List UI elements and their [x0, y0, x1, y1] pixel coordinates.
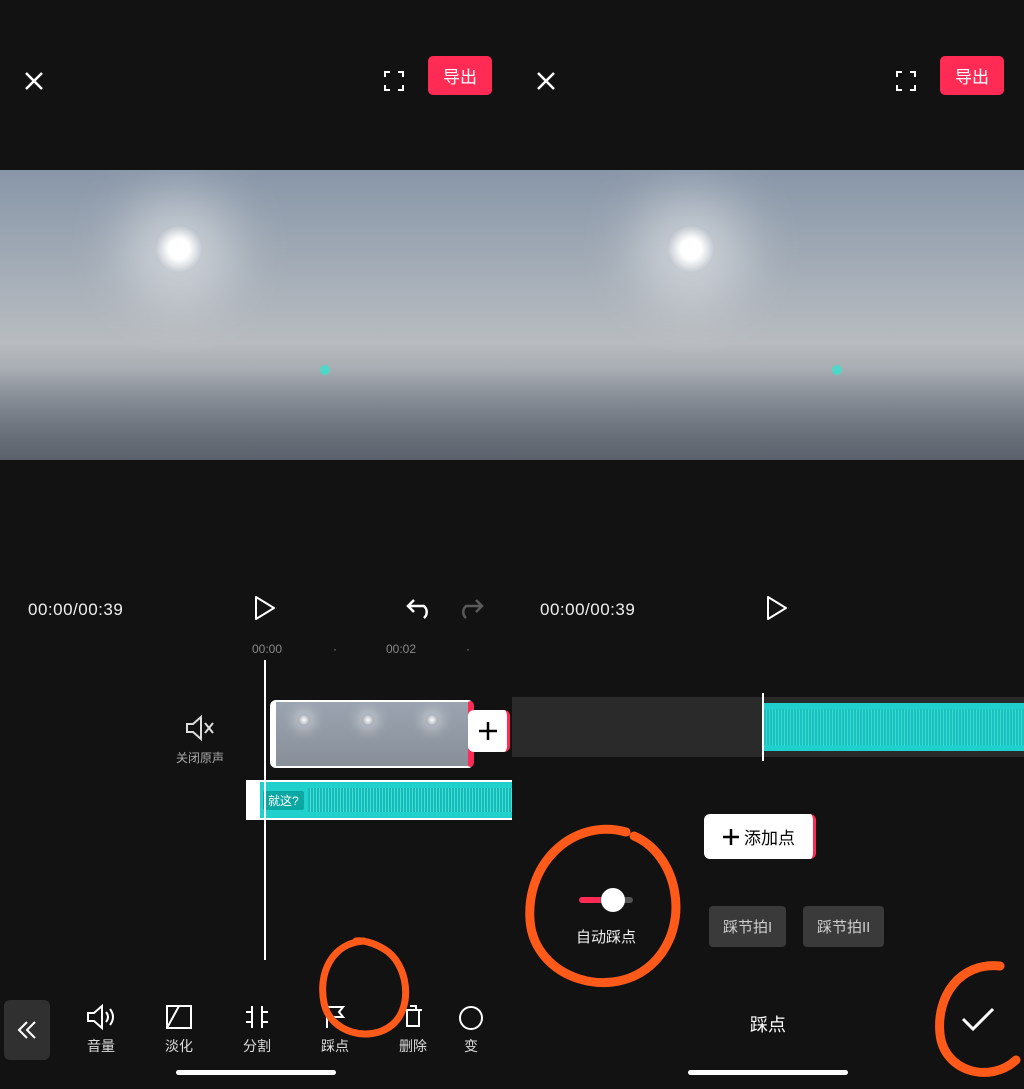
audio-waveform — [308, 788, 518, 812]
tool-split[interactable]: 分割 — [218, 1004, 296, 1056]
confirm-button[interactable] — [956, 997, 1000, 1041]
ruler-dot: · — [333, 642, 337, 656]
expand-button[interactable] — [892, 67, 920, 95]
checkmark-icon — [960, 1005, 996, 1033]
expand-icon — [894, 69, 918, 93]
play-button[interactable] — [254, 595, 276, 626]
ruler-dot: · — [466, 642, 470, 656]
ruler-tick: 00:02 — [386, 642, 416, 656]
cloud-graphic — [512, 370, 1024, 460]
chevron-left-double-icon — [15, 1018, 39, 1042]
sun-graphic — [155, 225, 203, 273]
beat-option-2[interactable]: 踩节拍II — [803, 906, 884, 947]
auto-beat-toggle[interactable]: 自动踩点 — [546, 888, 666, 947]
redo-icon — [456, 596, 484, 620]
back-button[interactable] — [4, 1000, 50, 1060]
top-bar: 导出 — [0, 0, 512, 115]
tool-label: 删除 — [399, 1038, 427, 1054]
audio-waveform — [764, 703, 1024, 751]
export-button[interactable]: 导出 — [940, 56, 1004, 95]
plus-icon — [722, 828, 740, 846]
audio-clip-label: 就这? — [263, 791, 304, 810]
tool-label: 分割 — [243, 1038, 271, 1054]
redo-button[interactable] — [456, 596, 484, 625]
tool-label: 淡化 — [165, 1038, 193, 1054]
trash-icon — [401, 1004, 425, 1030]
toggle-switch[interactable] — [579, 888, 633, 912]
left-screenshot: 导出 00:00/00:39 00:00 · 00:02 · — [0, 0, 512, 1089]
video-preview — [0, 170, 512, 460]
undo-button[interactable] — [406, 596, 434, 625]
close-icon — [534, 69, 558, 93]
tool-volume[interactable]: 音量 — [62, 1004, 140, 1056]
add-point-label: 添加点 — [744, 824, 795, 849]
add-clip-button[interactable] — [468, 710, 510, 752]
playhead[interactable] — [762, 693, 764, 761]
beat-option-1[interactable]: 踩节拍I — [709, 906, 786, 947]
playback-bar: 00:00/00:39 — [512, 580, 1024, 640]
play-icon — [766, 595, 788, 621]
fade-icon — [165, 1004, 193, 1030]
tool-beat[interactable]: 踩点 — [296, 1004, 374, 1056]
clip-thumbnail — [340, 702, 404, 766]
add-point-button[interactable]: 添加点 — [704, 814, 816, 859]
expand-button[interactable] — [380, 67, 408, 95]
split-icon — [244, 1004, 270, 1030]
right-screenshot: 导出 00:00/00:39 添加点 自动踩点 踩节拍I 踩节拍II 踩点 — [512, 0, 1024, 1089]
top-bar: 导出 — [512, 0, 1024, 115]
playhead[interactable] — [264, 660, 266, 960]
home-indicator — [688, 1070, 848, 1075]
sun-graphic — [667, 225, 715, 273]
tool-label: 变 — [464, 1038, 478, 1054]
auto-beat-label: 自动踩点 — [546, 926, 666, 947]
play-button[interactable] — [766, 595, 788, 626]
expand-icon — [382, 69, 406, 93]
cloud-graphic — [0, 370, 512, 460]
bottom-toolbar: 音量 淡化 分割 踩点 删除 变 — [0, 982, 512, 1077]
video-preview — [512, 170, 1024, 460]
play-icon — [254, 595, 276, 621]
flag-icon — [323, 1004, 347, 1030]
timeline-ruler: 00:00 · 00:02 · — [0, 640, 512, 660]
close-icon — [22, 69, 46, 93]
tool-delete[interactable]: 删除 — [374, 1004, 452, 1056]
tool-fade[interactable]: 淡化 — [140, 1004, 218, 1056]
video-track[interactable] — [270, 700, 474, 768]
tool-speed[interactable]: 变 — [452, 1004, 490, 1056]
clip-thumbnail — [404, 702, 468, 766]
toggle-knob — [601, 888, 625, 912]
speaker-muted-icon — [185, 715, 215, 741]
timeline-area[interactable]: 关闭原声 就这? — [0, 660, 512, 960]
export-button[interactable]: 导出 — [428, 56, 492, 95]
tool-label: 踩点 — [321, 1038, 349, 1054]
audio-track[interactable] — [512, 697, 1024, 757]
home-indicator — [176, 1070, 336, 1075]
mute-original-sound[interactable]: 关闭原声 — [165, 715, 235, 767]
timecode-display: 00:00/00:39 — [28, 600, 123, 620]
close-button[interactable] — [20, 67, 48, 95]
tool-label: 音量 — [87, 1038, 115, 1054]
undo-icon — [406, 596, 434, 620]
timecode-display: 00:00/00:39 — [540, 600, 635, 620]
ruler-tick: 00:00 — [252, 642, 282, 656]
mute-label: 关闭原声 — [176, 751, 224, 765]
speaker-icon — [86, 1004, 116, 1030]
panel-title: 踩点 — [512, 1011, 1024, 1037]
audio-track[interactable]: 就这? — [246, 780, 520, 820]
plus-icon — [477, 720, 499, 742]
clip-thumbnail — [276, 702, 340, 766]
playback-bar: 00:00/00:39 — [0, 580, 512, 640]
speed-icon — [457, 1004, 485, 1030]
close-button[interactable] — [532, 67, 560, 95]
